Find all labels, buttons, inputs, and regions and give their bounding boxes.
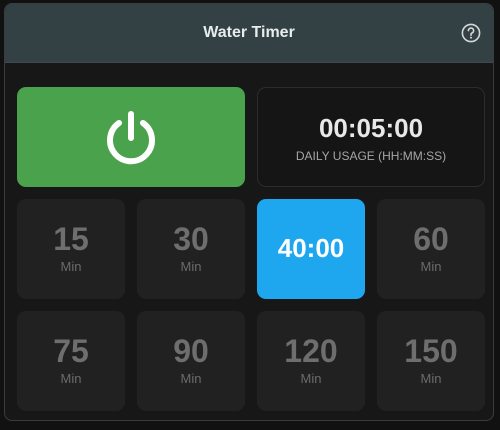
duration-unit: Min [60,259,82,274]
daily-usage-value: 00:05:00 [318,113,424,143]
duration-countdown: 40:00 [277,233,345,263]
duration-15-button[interactable]: 15 Min [17,199,125,299]
duration-60-button[interactable]: 60 Min [377,199,485,299]
duration-value: 30 [173,221,209,257]
duration-value: 90 [173,333,209,369]
duration-120-button[interactable]: 120 Min [257,311,365,411]
daily-usage-panel: 00:05:00 DAILY USAGE (HH:MM:SS) [257,87,485,187]
card-header: Water Timer [5,4,493,63]
duration-value: 150 [404,333,458,369]
duration-unit: Min [180,371,202,386]
card-title: Water Timer [203,24,295,41]
power-button[interactable] [17,87,245,187]
duration-unit: Min [60,371,82,386]
duration-unit: Min [420,259,442,274]
duration-150-button[interactable]: 150 Min [377,311,485,411]
daily-usage-label: DAILY USAGE (HH:MM:SS) [295,149,447,163]
duration-75-button[interactable]: 75 Min [17,311,125,411]
duration-unit: Min [300,371,322,386]
water-timer-card: Water Timer 00:05:00 DAILY USAGE (HH:MM:… [4,3,494,421]
duration-30-button[interactable]: 30 Min [137,199,245,299]
power-icon [107,111,155,165]
duration-value: 75 [53,333,89,369]
duration-90-button[interactable]: 90 Min [137,311,245,411]
duration-value: 120 [284,333,338,369]
duration-unit: Min [420,371,442,386]
duration-active-button[interactable]: 40:00 [257,199,365,299]
duration-unit: Min [180,259,202,274]
duration-value: 15 [53,221,89,257]
duration-value: 60 [413,221,449,257]
question-circle-icon[interactable] [461,23,481,43]
